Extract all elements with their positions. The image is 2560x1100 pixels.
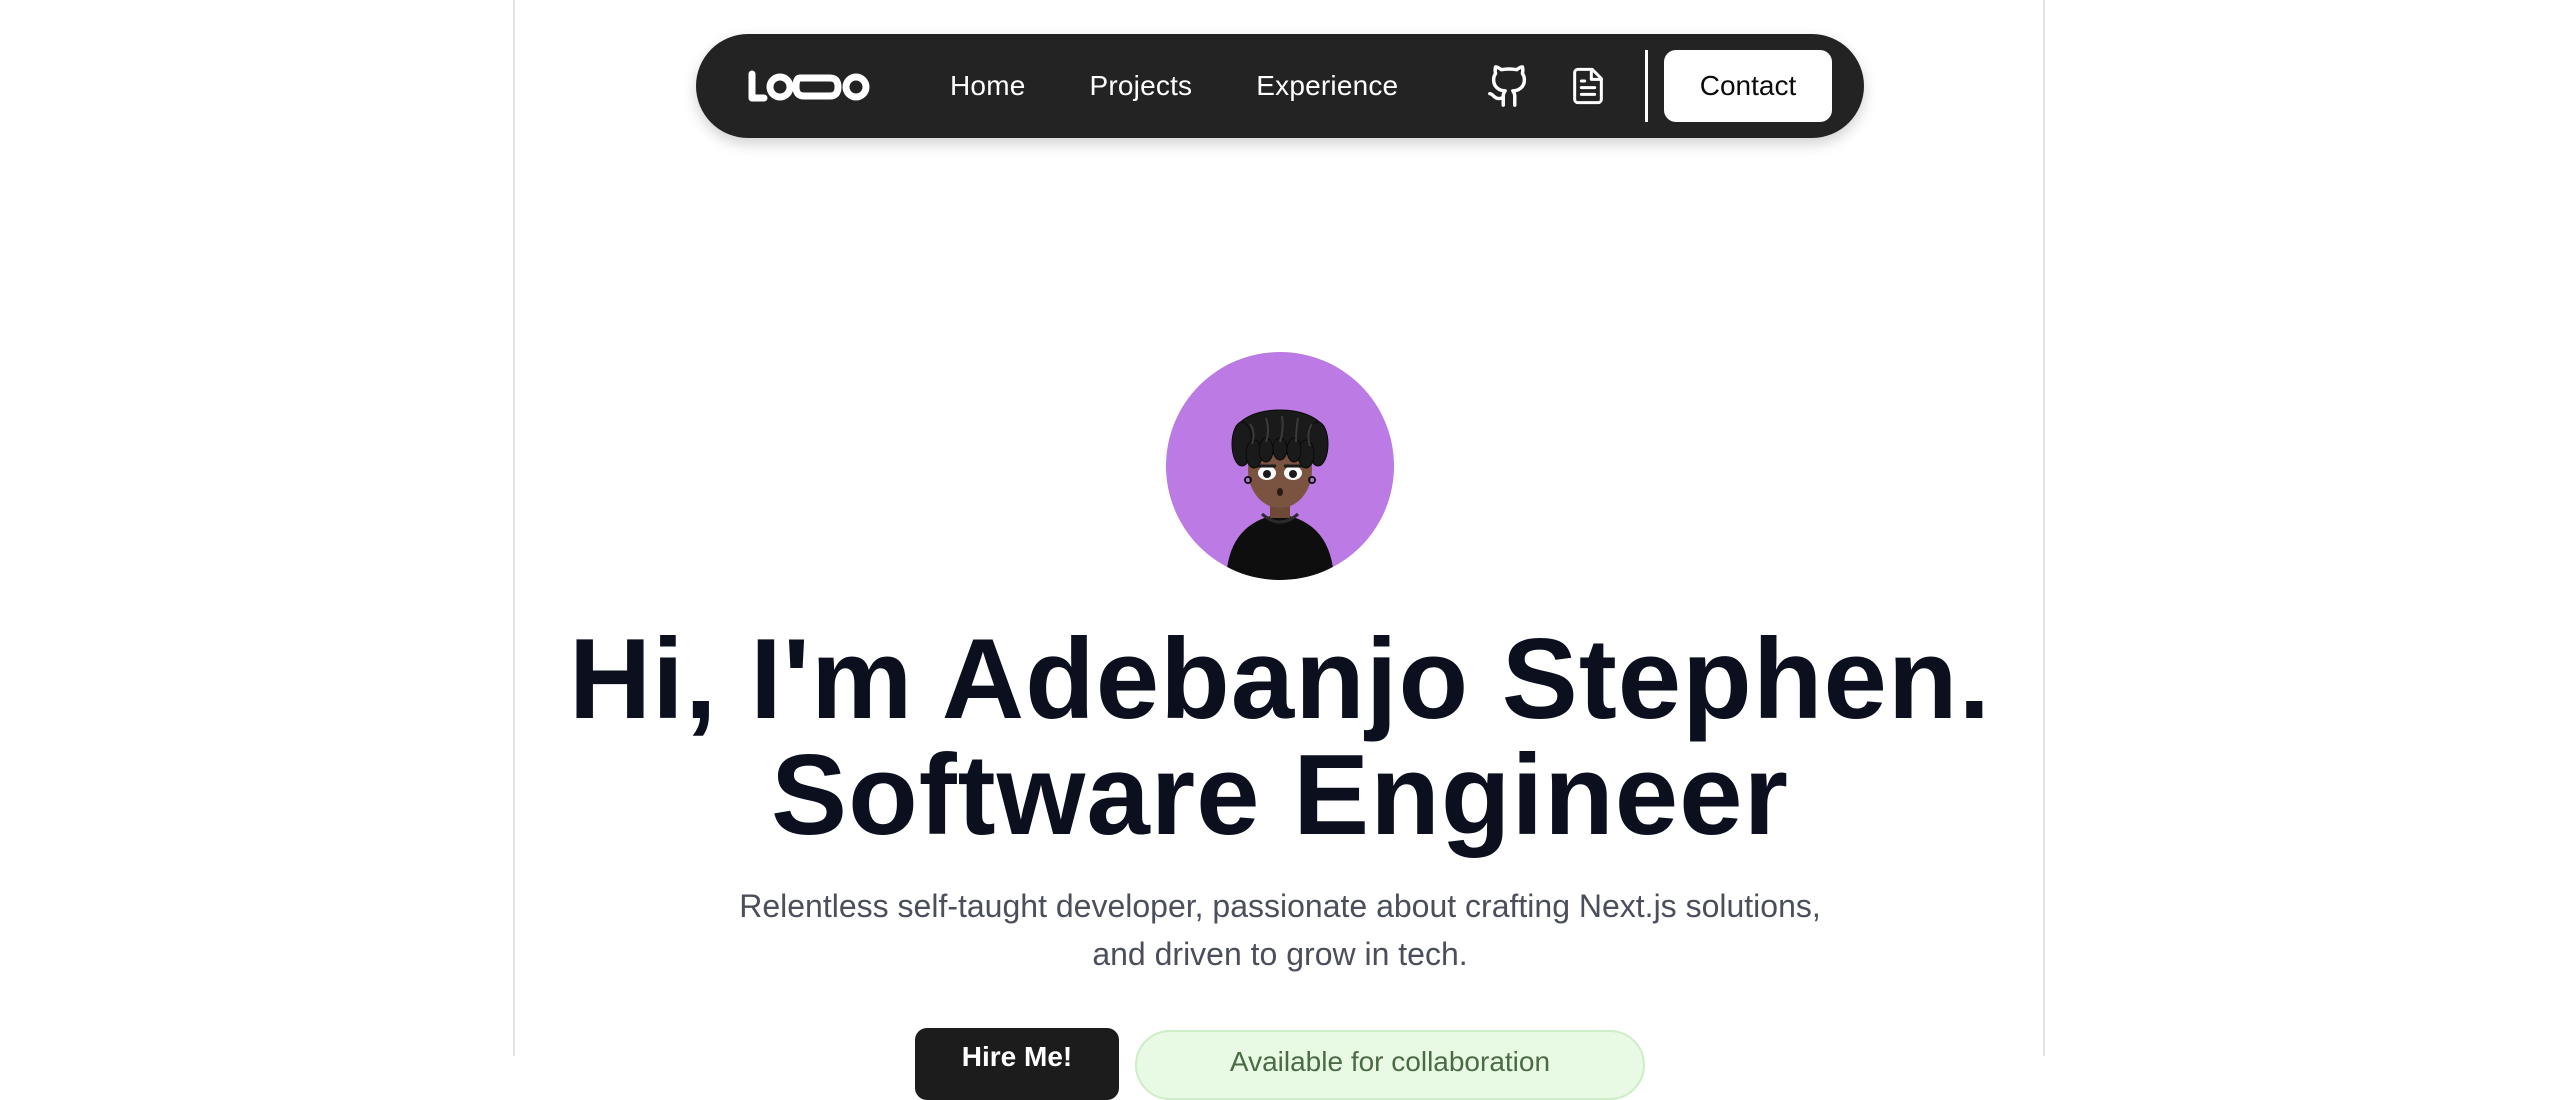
github-icon[interactable]: [1485, 62, 1533, 110]
resume-document-icon[interactable]: [1564, 62, 1612, 110]
headline-line-2: Software Engineer: [771, 732, 1789, 859]
avatar: [1166, 352, 1394, 580]
nav-link-home[interactable]: Home: [950, 70, 1026, 102]
nav-link-projects[interactable]: Projects: [1090, 70, 1193, 102]
headline-line-1: Hi, I'm Adebanjo Stephen.: [568, 616, 1992, 743]
avatar-illustration: [1226, 409, 1334, 580]
hero-headline: Hi, I'm Adebanjo Stephen. Software Engin…: [0, 622, 2560, 854]
subtitle-line-2: and driven to grow in tech.: [1092, 936, 1468, 972]
nav-link-experience[interactable]: Experience: [1256, 70, 1398, 102]
top-navbar: Home Projects Experience Contact: [696, 34, 1864, 138]
nav-links: Home Projects Experience: [950, 34, 1462, 138]
logo-icon[interactable]: [746, 66, 870, 106]
availability-badge: Available for collaboration: [1135, 1030, 1645, 1100]
hero-subtitle: Relentless self-taught developer, passio…: [0, 882, 2560, 978]
hire-me-button[interactable]: Hire Me!: [915, 1028, 1119, 1100]
contact-button[interactable]: Contact: [1664, 50, 1832, 122]
subtitle-line-1: Relentless self-taught developer, passio…: [739, 888, 1821, 924]
nav-divider: [1645, 50, 1648, 122]
